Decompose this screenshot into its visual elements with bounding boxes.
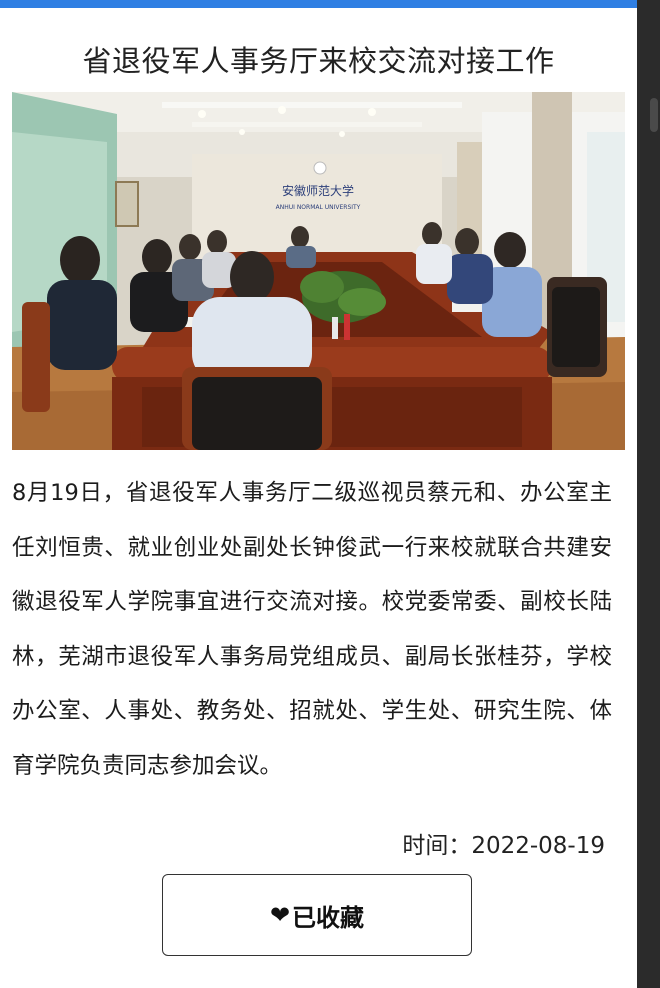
article-page: 省退役军人事务厅来校交流对接工作 安徽师范大学 ANHUI NORMAL UNI… [0, 8, 637, 988]
wall-logo-en: ANHUI NORMAL UNIVERSITY [276, 204, 361, 211]
meeting-photo: 安徽师范大学 ANHUI NORMAL UNIVERSITY [12, 92, 625, 450]
top-accent-bar [0, 0, 637, 8]
heart-icon: ❤ [269, 901, 291, 929]
publish-time: 时间：2022-08-19 [402, 833, 605, 859]
favorite-button[interactable]: ❤ 已收藏 [162, 874, 472, 956]
article-title: 省退役军人事务厅来校交流对接工作 [82, 44, 555, 78]
favorite-button-label: 已收藏 [292, 903, 365, 932]
article-body: 8月19日，省退役军人事务厅二级巡视员蔡元和、办公室主任刘恒贵、就业创业处副处长… [12, 480, 612, 779]
wall-logo-cn: 安徽师范大学 [282, 183, 354, 198]
scrollbar-thumb[interactable] [650, 98, 658, 132]
scrollbar-track[interactable] [637, 0, 660, 988]
